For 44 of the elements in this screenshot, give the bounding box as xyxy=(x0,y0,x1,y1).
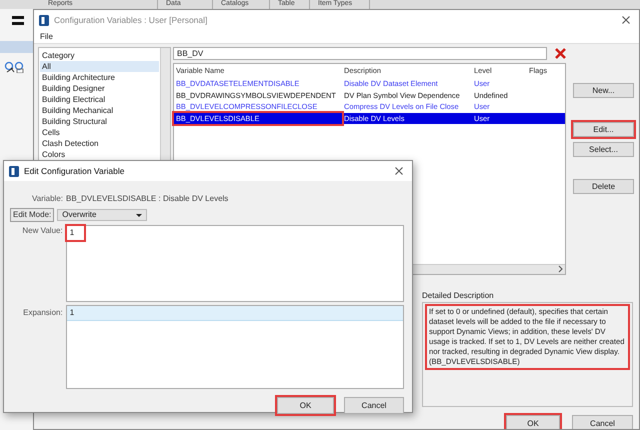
window-title: Configuration Variables : User [Personal] xyxy=(54,14,208,26)
side-button[interactable]: Delete xyxy=(573,179,634,194)
caret-icon xyxy=(136,214,142,216)
section-label: Detailed Description xyxy=(422,290,495,302)
dialog-title: Edit Configuration Variable xyxy=(24,164,124,178)
edit-mode-dropdown[interactable]: Overwrite xyxy=(57,209,148,221)
category-item[interactable]: Cells xyxy=(40,127,159,138)
menu-item[interactable]: File xyxy=(40,30,53,42)
chevron-right-icon xyxy=(557,265,565,273)
category-item[interactable]: Colors xyxy=(40,149,159,160)
side-button[interactable]: New... xyxy=(573,83,634,98)
clear-icon xyxy=(555,48,566,59)
close-icon[interactable] xyxy=(622,16,630,24)
filter-field[interactable]: BB_DV xyxy=(173,47,547,60)
variable-value: BB_DVLEVELSDISABLE : Disable DV Levels xyxy=(66,193,228,205)
expansion-field[interactable]: 1 xyxy=(66,305,404,389)
menu-icon xyxy=(12,16,24,25)
category-item[interactable]: Building Structural xyxy=(40,116,159,127)
category-item[interactable]: Building Mechanical xyxy=(40,105,159,116)
new-value-field[interactable]: 1 xyxy=(66,225,404,302)
dialog-button[interactable]: Cancel xyxy=(344,397,404,414)
dialog-button[interactable]: OK xyxy=(506,415,560,429)
side-button[interactable]: Select... xyxy=(573,142,634,157)
category-item[interactable]: Building Designer xyxy=(40,83,159,94)
dialog-button[interactable]: OK xyxy=(277,397,334,414)
column-header[interactable]: Category xyxy=(40,50,159,61)
panel-header xyxy=(0,41,33,53)
close-icon[interactable] xyxy=(395,167,403,175)
zoom-tools-icon xyxy=(4,61,24,73)
app-icon xyxy=(9,166,19,176)
field-value: 1 xyxy=(66,306,403,321)
field-label: Expansion: xyxy=(22,307,64,319)
dialog-button[interactable]: Cancel xyxy=(572,415,633,429)
side-button[interactable]: Edit... xyxy=(573,122,634,137)
category-item[interactable]: Clash Detection xyxy=(40,138,159,149)
app-icon xyxy=(39,14,49,26)
category-item[interactable]: All xyxy=(40,61,159,72)
field-label: Variable: xyxy=(31,193,64,205)
dropdown-value: Overwrite xyxy=(62,209,96,221)
edit-mode-label[interactable]: Edit Mode: xyxy=(10,208,54,222)
field-value: 1 xyxy=(66,226,84,240)
field-label: New Value: xyxy=(21,225,64,237)
category-item[interactable]: Building Architecture xyxy=(40,72,159,83)
category-item[interactable]: Building Electrical xyxy=(40,94,159,105)
